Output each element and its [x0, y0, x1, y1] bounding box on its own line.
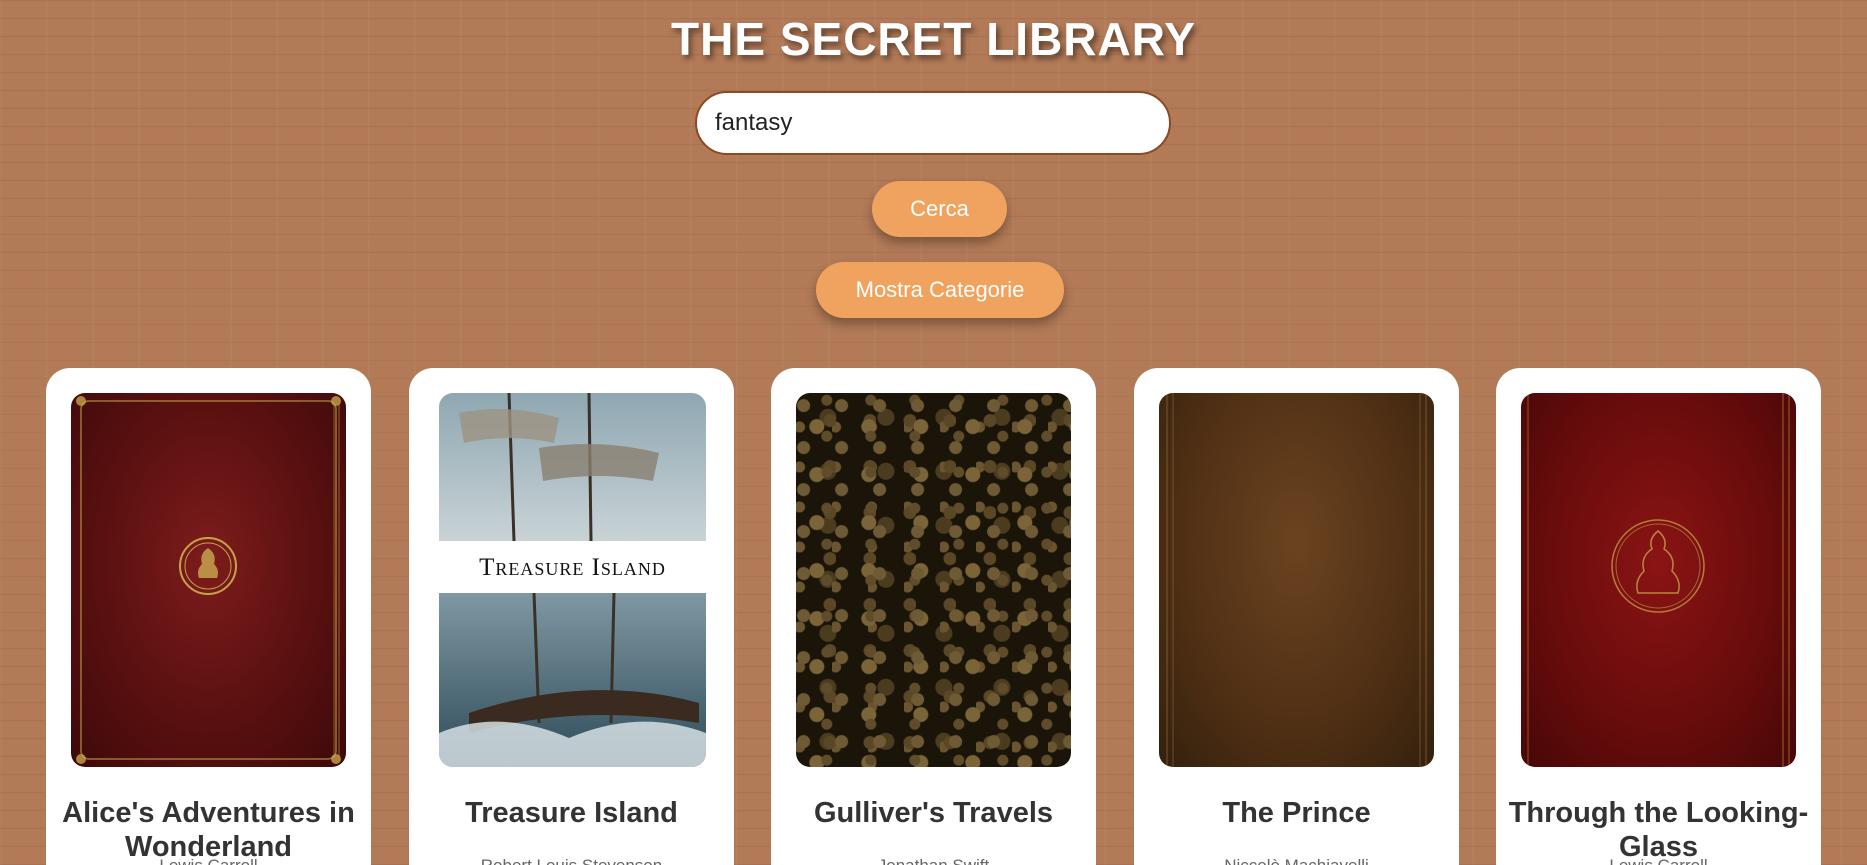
book-author: Niccolò Machiavelli — [1144, 856, 1449, 865]
book-cover-image[interactable] — [71, 393, 346, 767]
book-author: Lewis Carroll — [1506, 856, 1811, 865]
book-title[interactable]: Gulliver's Travels — [781, 796, 1086, 830]
book-card[interactable]: Through the Looking-Glass Lewis Carroll — [1496, 368, 1821, 865]
book-card[interactable]: Treasure Island Treasure Island Robert L… — [409, 368, 734, 865]
book-cover-image[interactable] — [1159, 393, 1434, 767]
book-card[interactable]: The Prince Niccolò Machiavelli — [1134, 368, 1459, 865]
book-author: Lewis Carroll — [56, 856, 361, 865]
book-title[interactable]: The Prince — [1144, 796, 1449, 830]
cover-title-text: Treasure Island — [479, 554, 666, 581]
book-card[interactable]: Gulliver's Travels Jonathan Swift — [771, 368, 1096, 865]
book-cover-image[interactable] — [796, 393, 1071, 767]
search-input[interactable] — [695, 91, 1171, 155]
show-categories-button[interactable]: Mostra Categorie — [816, 262, 1064, 318]
book-card[interactable]: Alice's Adventures in Wonderland Lewis C… — [46, 368, 371, 865]
book-cover-image[interactable] — [1521, 393, 1796, 767]
book-author: Robert Louis Stevenson — [419, 856, 724, 865]
book-title[interactable]: Alice's Adventures in Wonderland — [56, 796, 361, 864]
book-cover-image[interactable]: Treasure Island — [439, 393, 706, 767]
book-title[interactable]: Through the Looking-Glass — [1506, 796, 1811, 864]
book-title[interactable]: Treasure Island — [419, 796, 724, 830]
search-button[interactable]: Cerca — [872, 181, 1007, 237]
page-title: THE SECRET LIBRARY — [671, 13, 1196, 65]
book-author: Jonathan Swift — [781, 856, 1086, 865]
